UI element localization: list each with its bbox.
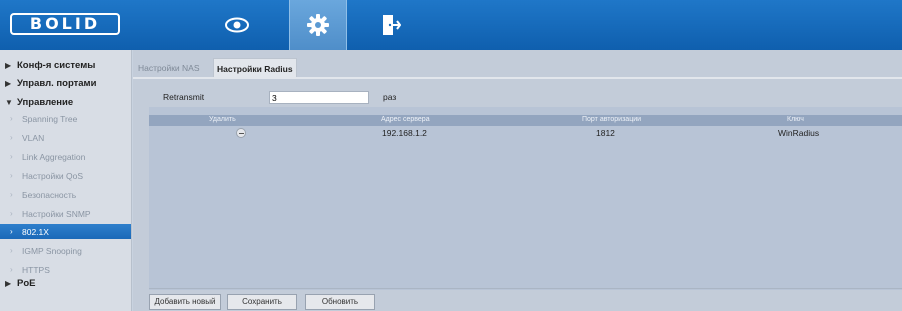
chevron-right-icon: ›: [10, 209, 13, 218]
sidebar-item-label: Настройки QoS: [22, 170, 84, 181]
chevron-right-icon: ›: [10, 171, 13, 180]
gear-icon: [307, 14, 329, 36]
sidebar-item-label: Настройки SNMP: [22, 208, 91, 219]
retransmit-unit: раз: [383, 92, 397, 102]
tab-nas-settings[interactable]: Настройки NAS: [135, 58, 203, 78]
sidebar-item-qos[interactable]: › Настройки QoS: [0, 168, 131, 183]
sidebar-item-link-aggregation[interactable]: › Link Aggregation: [0, 149, 131, 164]
table-row: 192.168.1.2 1812 WinRadius: [149, 127, 902, 140]
settings-button[interactable]: [289, 0, 347, 50]
sidebar-item-label: VLAN: [22, 132, 45, 143]
logo: BOLID: [10, 13, 120, 35]
sidebar-group-label: Конф-я системы: [17, 60, 96, 71]
table-header: Удалить Адрес сервера Порт авторизации К…: [149, 115, 902, 126]
save-button[interactable]: Сохранить: [227, 294, 297, 310]
column-header-server-address: Адрес сервера: [381, 116, 430, 123]
refresh-button[interactable]: Обновить: [305, 294, 375, 310]
delete-icon[interactable]: [236, 128, 246, 138]
main-content: Настройки NAS Настройки Radius Retransmi…: [133, 50, 902, 311]
retransmit-input[interactable]: [269, 91, 369, 104]
chevron-right-icon: ›: [10, 152, 13, 161]
retransmit-label: Retransmit: [163, 92, 205, 102]
triangle-down-icon: ▼: [5, 98, 13, 107]
sidebar-item-spanning-tree[interactable]: › Spanning Tree: [0, 111, 131, 126]
column-header-auth-port: Порт авторизации: [582, 116, 642, 123]
sidebar-item-security[interactable]: › Безопасность: [0, 187, 131, 202]
sidebar-group-management[interactable]: ▼ Управление: [5, 97, 73, 108]
column-header-delete: Удалить: [209, 116, 236, 123]
chevron-right-icon: ›: [10, 190, 13, 199]
chevron-right-icon: ›: [10, 133, 13, 142]
exit-icon: [383, 15, 401, 35]
sidebar-item-vlan[interactable]: › VLAN: [0, 130, 131, 145]
tab-underline: [133, 77, 902, 79]
retransmit-row: Retransmit раз: [149, 88, 902, 107]
divider: [149, 288, 902, 289]
sidebar-item-label: 802.1X: [22, 226, 49, 237]
sidebar-group-label: Управл. портами: [17, 78, 97, 89]
sidebar: ▶ Конф-я системы ▶ Управл. портами ▼ Упр…: [0, 50, 132, 311]
sidebar-item-igmp[interactable]: › IGMP Snooping: [0, 243, 131, 258]
sidebar-item-8021x[interactable]: › 802.1X: [0, 224, 131, 239]
sidebar-item-label: Безопасность: [22, 189, 77, 200]
logout-button[interactable]: [362, 0, 420, 50]
triangle-right-icon: ▶: [5, 79, 12, 88]
tab-bar: Настройки NAS Настройки Radius: [133, 58, 902, 78]
chevron-right-icon: ›: [10, 265, 13, 274]
radius-panel: Retransmit раз Удалить Адрес сервера Пор…: [149, 88, 902, 290]
cell-key: WinRadius: [778, 128, 820, 138]
sidebar-group-label: PoE: [17, 278, 36, 289]
chevron-right-icon: ›: [10, 227, 13, 236]
chevron-right-icon: ›: [10, 114, 13, 123]
sidebar-group-poe[interactable]: ▶ PoE: [5, 278, 35, 289]
cell-server-address: 192.168.1.2: [382, 128, 427, 138]
live-view-button[interactable]: [208, 0, 266, 50]
sidebar-group-ports[interactable]: ▶ Управл. портами: [5, 78, 96, 89]
chevron-right-icon: ›: [10, 246, 13, 255]
sidebar-item-label: IGMP Snooping: [22, 245, 82, 256]
sidebar-item-label: Spanning Tree: [22, 113, 78, 124]
sidebar-group-label: Управление: [17, 97, 74, 108]
sidebar-item-label: HTTPS: [22, 264, 50, 275]
sidebar-item-snmp[interactable]: › Настройки SNMP: [0, 206, 131, 221]
eye-icon: [225, 17, 249, 33]
sidebar-item-label: Link Aggregation: [22, 151, 86, 162]
sidebar-item-https[interactable]: › HTTPS: [0, 262, 131, 277]
add-new-button[interactable]: Добавить новый: [149, 294, 221, 310]
tab-radius-settings[interactable]: Настройки Radius: [213, 58, 297, 78]
cell-auth-port: 1812: [596, 128, 615, 138]
triangle-right-icon: ▶: [5, 279, 12, 288]
top-header: BOLID: [0, 0, 902, 50]
sidebar-group-system[interactable]: ▶ Конф-я системы: [5, 60, 95, 71]
triangle-right-icon: ▶: [5, 61, 12, 70]
column-header-key: Ключ: [787, 116, 804, 123]
